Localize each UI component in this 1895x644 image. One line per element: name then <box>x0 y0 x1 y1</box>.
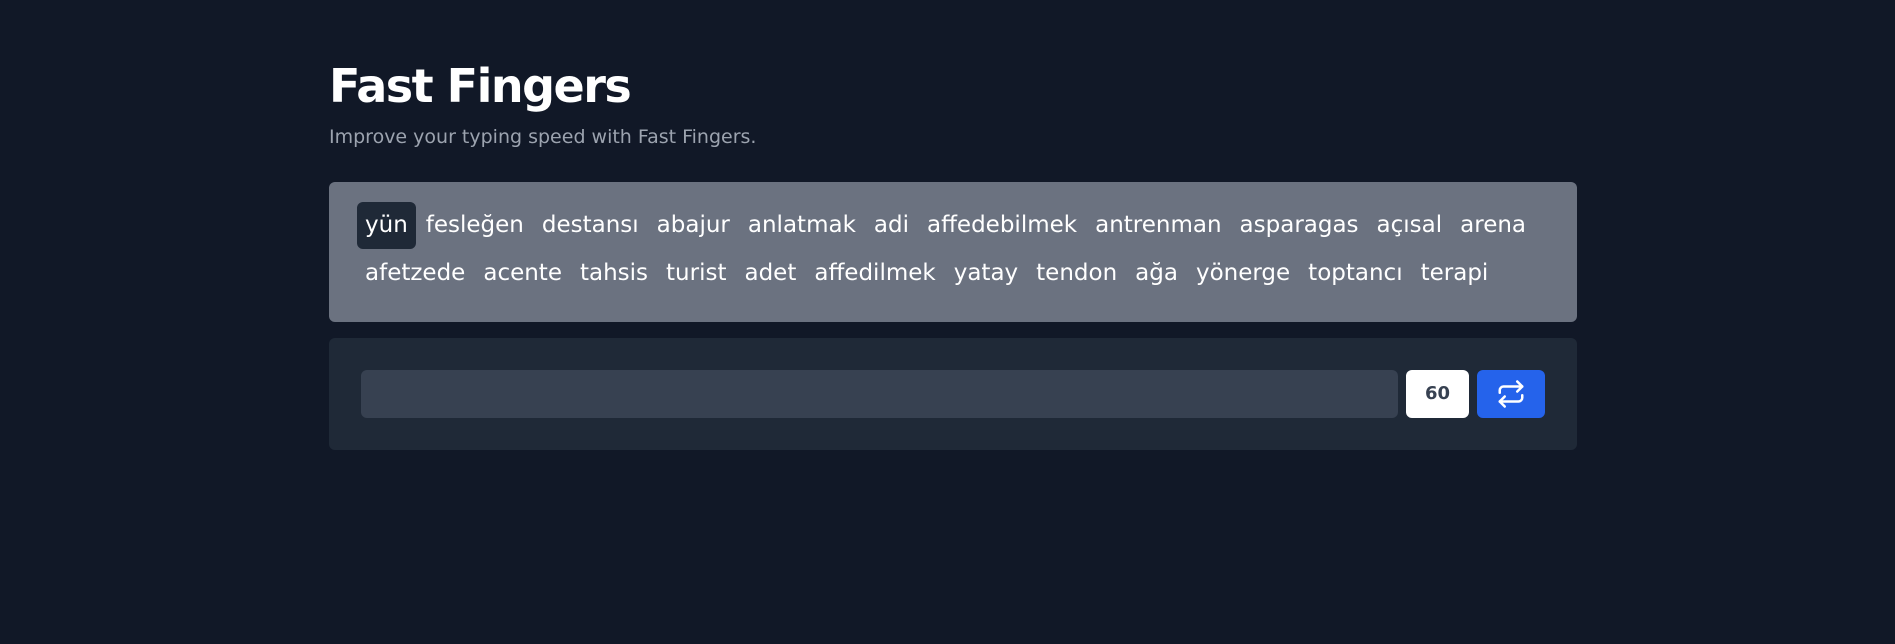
page-subtitle: Improve your typing speed with Fast Fing… <box>329 126 757 148</box>
word: toptancı <box>1308 260 1403 286</box>
word: terapi <box>1420 260 1489 286</box>
word: destansı <box>541 212 639 238</box>
current-word: yün <box>357 202 416 249</box>
word: turist <box>666 260 727 286</box>
word: fesleğen <box>425 212 524 238</box>
timer-display: 60 <box>1406 370 1469 418</box>
word: açısal <box>1376 212 1443 238</box>
word: antrenman <box>1095 212 1222 238</box>
word: ağa <box>1135 260 1178 286</box>
word-list: yün fesleğen destansı abajur anlatmak adi affe… <box>357 202 1549 297</box>
words-panel: yün fesleğen destansı abajur anlatmak adi affe… <box>329 182 1577 322</box>
restart-button[interactable] <box>1477 370 1545 418</box>
word: yatay <box>953 260 1019 286</box>
word: tahsis <box>579 260 649 286</box>
word: anlatmak <box>747 212 856 238</box>
word: adi <box>873 212 909 238</box>
typing-input[interactable] <box>361 370 1398 418</box>
word: adet <box>744 260 797 286</box>
word: abajur <box>656 212 730 238</box>
word: affedilmek <box>814 260 936 286</box>
word: yönerge <box>1195 260 1291 286</box>
word: afetzede <box>365 260 466 286</box>
repeat-icon <box>1498 380 1524 408</box>
word: arena <box>1460 212 1527 238</box>
word: asparagas <box>1239 212 1359 238</box>
word: tendon <box>1036 260 1118 286</box>
word: acente <box>483 260 562 286</box>
word: affedebilmek <box>926 212 1078 238</box>
input-panel: 60 <box>329 338 1577 450</box>
page-title: Fast Fingers <box>329 59 632 113</box>
